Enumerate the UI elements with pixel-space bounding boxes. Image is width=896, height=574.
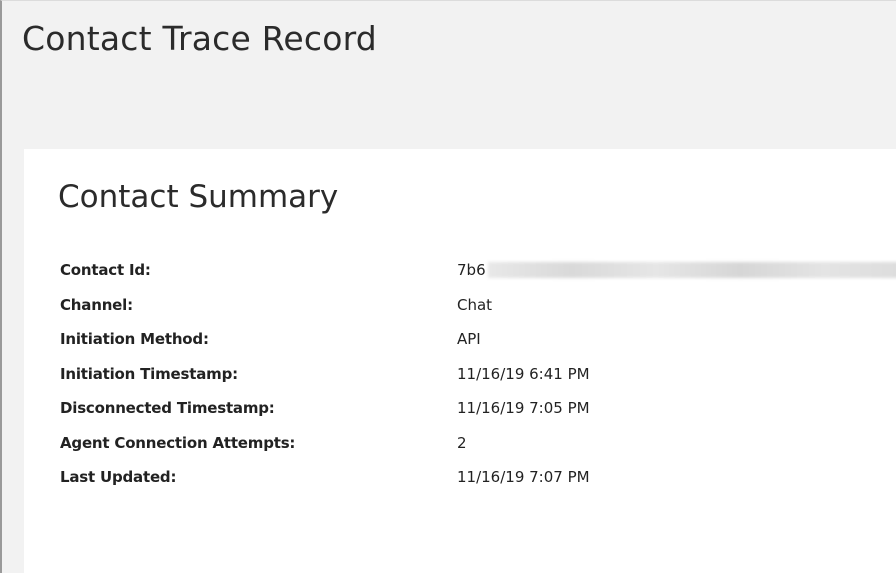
disconnected-timestamp-value: 11/16/19 7:05 PM [457, 399, 590, 417]
app-frame: Contact Trace Record Contact Summary Con… [0, 0, 896, 574]
channel-label: Channel: [60, 295, 133, 314]
page-title: Contact Trace Record [22, 19, 377, 58]
channel-value: Chat [457, 295, 493, 314]
redacted-blur [488, 262, 896, 278]
agent-connection-attempts-label: Agent Connection Attempts: [60, 433, 296, 452]
agent-connection-attempts-value: 2 [457, 433, 467, 452]
initiation-method-value: API [457, 330, 481, 348]
contact-summary-card: Contact Summary Contact Id: 7b6 Channel:… [24, 149, 896, 574]
disconnected-timestamp-label: Disconnected Timestamp: [60, 399, 275, 417]
section-title: Contact Summary [58, 179, 339, 215]
initiation-method-label: Initiation Method: [60, 330, 209, 348]
contact-id-label: Contact Id: [60, 261, 151, 279]
last-updated-label: Last Updated: [60, 468, 177, 486]
contact-id-value[interactable]: 7b6 [457, 261, 486, 279]
last-updated-value: 11/16/19 7:07 PM [457, 468, 590, 486]
initiation-timestamp-value: 11/16/19 6:41 PM [457, 364, 590, 383]
initiation-timestamp-label: Initiation Timestamp: [60, 364, 238, 383]
